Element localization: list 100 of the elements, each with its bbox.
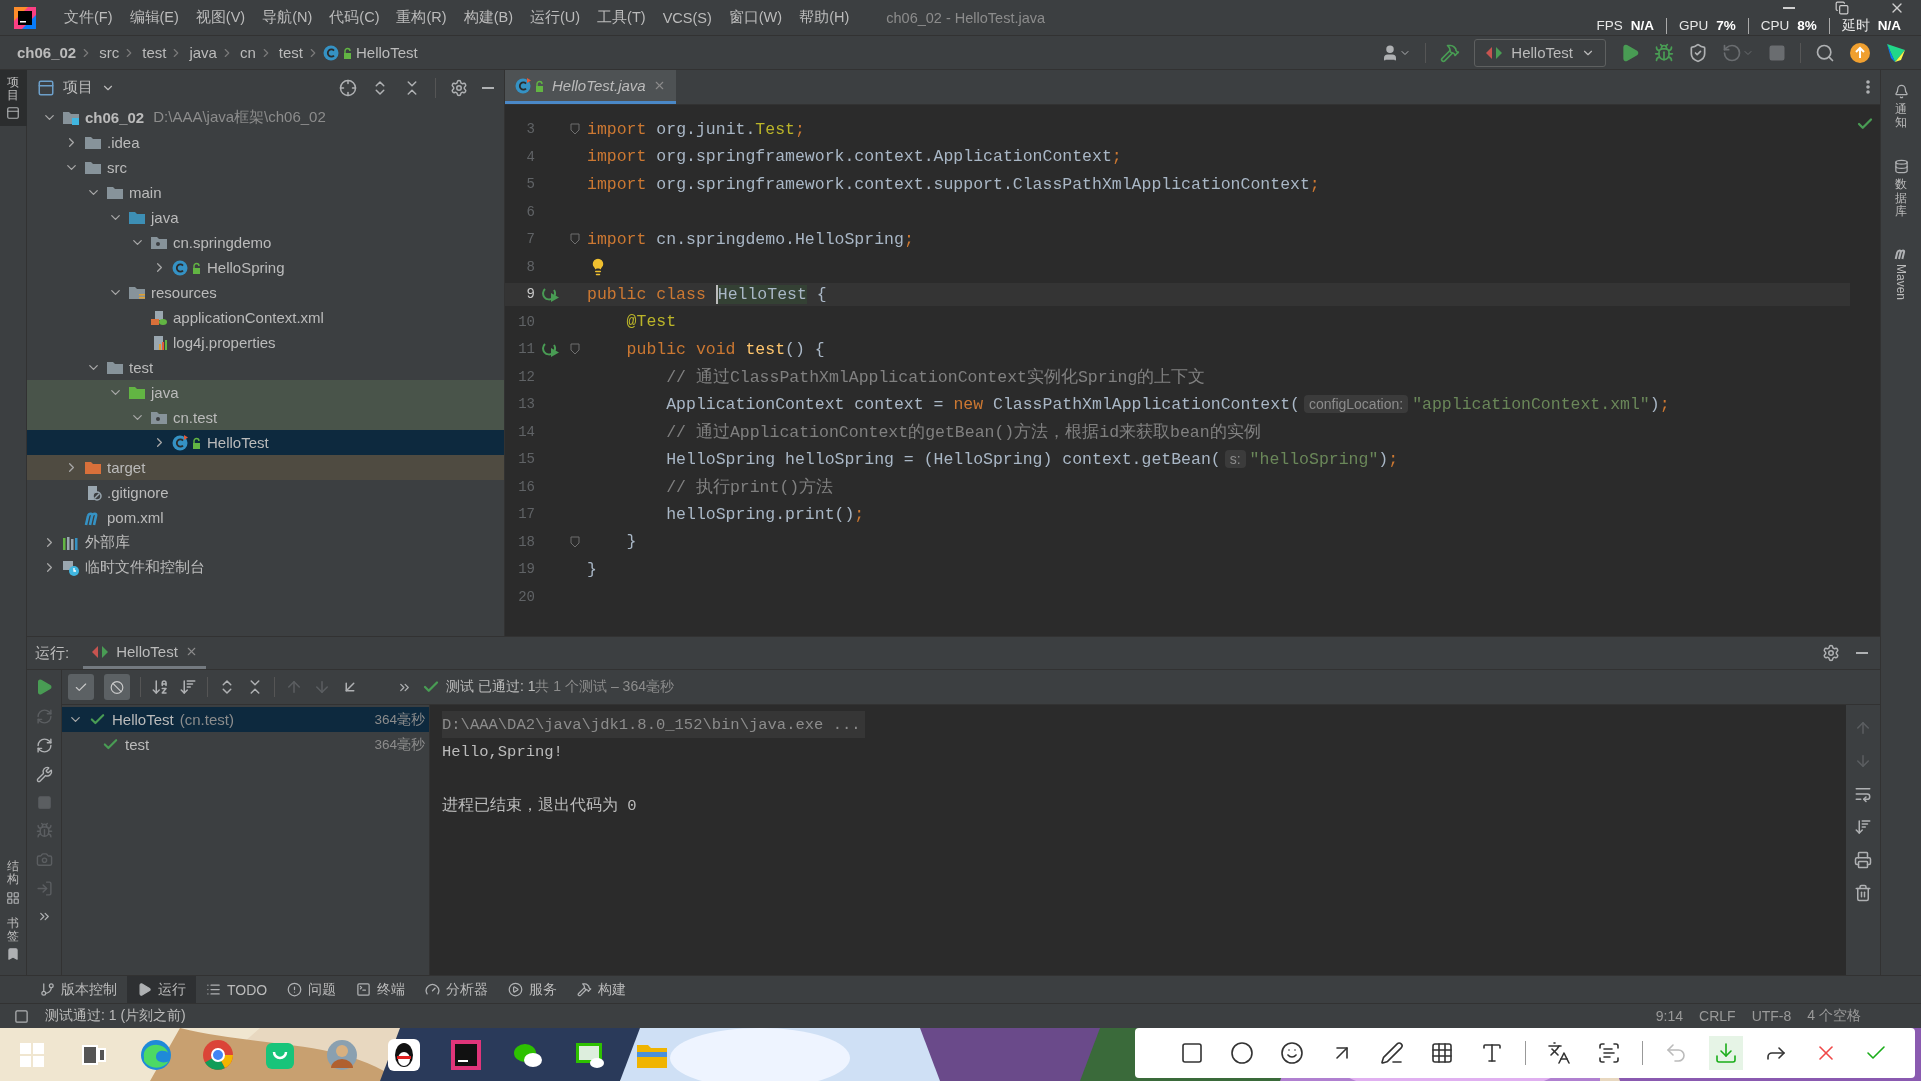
- test-item[interactable]: HelloTest (cn.test) 364毫秒: [62, 707, 429, 732]
- line-number: 19: [517, 561, 535, 578]
- breadcrumb-link[interactable]: ch06_02: [17, 44, 77, 61]
- tool-window-button[interactable]: 结构: [0, 854, 27, 911]
- line-number: 20: [517, 588, 535, 605]
- tree-item[interactable]: main: [27, 180, 504, 205]
- menu-item[interactable]: 文件(F): [64, 8, 113, 27]
- menu-item[interactable]: 窗口(W): [728, 8, 783, 27]
- menu-item[interactable]: 帮助(H): [799, 8, 850, 27]
- tool-window-tab[interactable]: 服务: [498, 976, 568, 1003]
- line-number: 10: [517, 313, 535, 330]
- tool-window-tab[interactable]: TODO: [196, 976, 278, 1003]
- tool-window-tab[interactable]: 问题: [277, 976, 347, 1003]
- tree-item[interactable]: log4j.properties: [27, 330, 504, 355]
- tool-window-label: 项目: [7, 76, 19, 103]
- line-number: 14: [517, 423, 535, 440]
- line-number: 9: [525, 286, 535, 303]
- test-summary: 共 1 个测试 – 364毫秒: [535, 678, 674, 696]
- tree-item[interactable]: 临时文件和控制台: [27, 555, 504, 580]
- test-duration: 364毫秒: [374, 735, 425, 754]
- tree-item[interactable]: .idea: [27, 130, 504, 155]
- breadcrumb-link[interactable]: HelloTest: [355, 44, 418, 61]
- code-text: // 执行print()方法: [665, 476, 834, 498]
- menu-item[interactable]: 导航(N): [262, 8, 313, 27]
- tool-window-tab[interactable]: 构建: [567, 976, 637, 1003]
- line-number: 6: [525, 203, 535, 220]
- status-item[interactable]: CRLF: [1699, 1008, 1736, 1024]
- menu-item[interactable]: 构建(B): [463, 8, 513, 27]
- code-text: ApplicationContext context = new ClassPathXmlApplicationContext(: [665, 394, 1300, 414]
- tree-item[interactable]: HelloTest: [27, 430, 504, 455]
- tree-item[interactable]: target: [27, 455, 504, 480]
- test-package: (cn.test): [179, 711, 234, 728]
- console-line: 进程已结束，退出代码为 0: [442, 796, 638, 817]
- test-duration: 364毫秒: [374, 710, 425, 729]
- breadcrumb-link[interactable]: src: [99, 44, 120, 61]
- stat-label: FPS: [1596, 18, 1623, 33]
- tree-item[interactable]: java: [27, 380, 504, 405]
- status-item[interactable]: 9:14: [1655, 1008, 1684, 1024]
- code-text: helloSpring.print();: [665, 504, 865, 524]
- menu-item[interactable]: 重构(R): [396, 8, 447, 27]
- tool-window-button[interactable]: 数据库: [1887, 153, 1915, 224]
- tree-item[interactable]: resources: [27, 280, 504, 305]
- run-tab[interactable]: HelloTest: [83, 637, 206, 669]
- parameter-hint: configLocation:: [1303, 395, 1409, 414]
- code-text: // 通过ClassPathXmlApplicationContext实例化Spring的上下文: [665, 366, 1206, 388]
- code-text: import cn.springdemo.HelloSpring;: [587, 229, 914, 249]
- tree-item[interactable]: cn.springdemo: [27, 230, 504, 255]
- menu-item[interactable]: 工具(T): [597, 8, 646, 27]
- line-number: 12: [517, 368, 535, 385]
- line-number: 5: [525, 176, 535, 193]
- status-item[interactable]: 4 个空格: [1807, 1007, 1861, 1025]
- line-number: 8: [525, 258, 535, 275]
- stat-label: 延时: [1841, 16, 1870, 35]
- test-item[interactable]: test 364毫秒: [62, 732, 429, 757]
- menu-item[interactable]: VCS(S): [662, 9, 712, 26]
- tree-item[interactable]: .gitignore: [27, 480, 504, 505]
- tree-item[interactable]: cn.test: [27, 405, 504, 430]
- tool-window-button[interactable]: 项目: [0, 70, 27, 127]
- tree-item[interactable]: pom.xml: [27, 505, 504, 530]
- tree-item[interactable]: applicationContext.xml: [27, 305, 504, 330]
- tree-item[interactable]: src: [27, 155, 504, 180]
- tree-item[interactable]: java: [27, 205, 504, 230]
- tool-window-button[interactable]: 通知: [1887, 78, 1915, 136]
- tool-window-tab[interactable]: 分析器: [415, 976, 499, 1003]
- breadcrumb-link[interactable]: cn: [239, 44, 256, 61]
- tree-item[interactable]: ch06_02 D:\AAA\java框架\ch06_02: [27, 105, 504, 130]
- code-text: "applicationContext.xml");: [1412, 394, 1670, 414]
- code-text: import org.springframework.context.support.ClassPathXmlApplicationContext;: [587, 174, 1320, 194]
- menu-item[interactable]: 代码(C): [329, 8, 380, 27]
- run-configuration-dropdown[interactable]: HelloTest: [1474, 38, 1606, 67]
- tool-window-tab[interactable]: 版本控制: [30, 976, 127, 1003]
- tree-item[interactable]: HelloSpring: [27, 255, 504, 280]
- tool-window-button[interactable]: Maven: [1887, 241, 1915, 306]
- breadcrumb-link[interactable]: test: [278, 44, 303, 61]
- menu-item[interactable]: 视图(V): [195, 8, 246, 27]
- tool-window-tab[interactable]: 终端: [346, 976, 416, 1003]
- tree-item[interactable]: 外部库: [27, 530, 504, 555]
- menu-item[interactable]: 运行(U): [529, 8, 581, 27]
- status-item[interactable]: UTF-8: [1751, 1008, 1792, 1024]
- tree-item[interactable]: test: [27, 355, 504, 380]
- line-number: 17: [517, 506, 535, 523]
- stat-value: 8%: [1797, 18, 1817, 33]
- code-text: // 通过ApplicationContext的getBean()方法，根据id来获取bean的实例: [665, 421, 1261, 443]
- tool-window-button[interactable]: 书签: [0, 910, 27, 967]
- line-number: 16: [517, 478, 535, 495]
- panel-label: 运行:: [35, 643, 70, 663]
- tool-window-tab[interactable]: 运行: [127, 976, 196, 1003]
- code-text: }: [625, 532, 637, 552]
- project-path: D:\AAA\java框架\ch06_02: [153, 108, 326, 127]
- menu-item[interactable]: 编辑(E): [129, 8, 179, 27]
- stat-value: N/A: [1877, 18, 1901, 33]
- code-text: import org.springframework.context.ApplicationContext;: [587, 147, 1122, 167]
- editor-tab[interactable]: HelloTest.java: [505, 70, 676, 104]
- line-number: 3: [525, 121, 535, 138]
- breadcrumb-link[interactable]: java: [189, 44, 217, 61]
- project-view-dropdown[interactable]: 项目: [37, 78, 115, 97]
- line-number: 13: [517, 396, 535, 413]
- test-status: 测试 已通过: 1: [446, 678, 536, 696]
- code-text: import org.junit.Test;: [587, 119, 805, 139]
- breadcrumb-link[interactable]: test: [142, 44, 167, 61]
